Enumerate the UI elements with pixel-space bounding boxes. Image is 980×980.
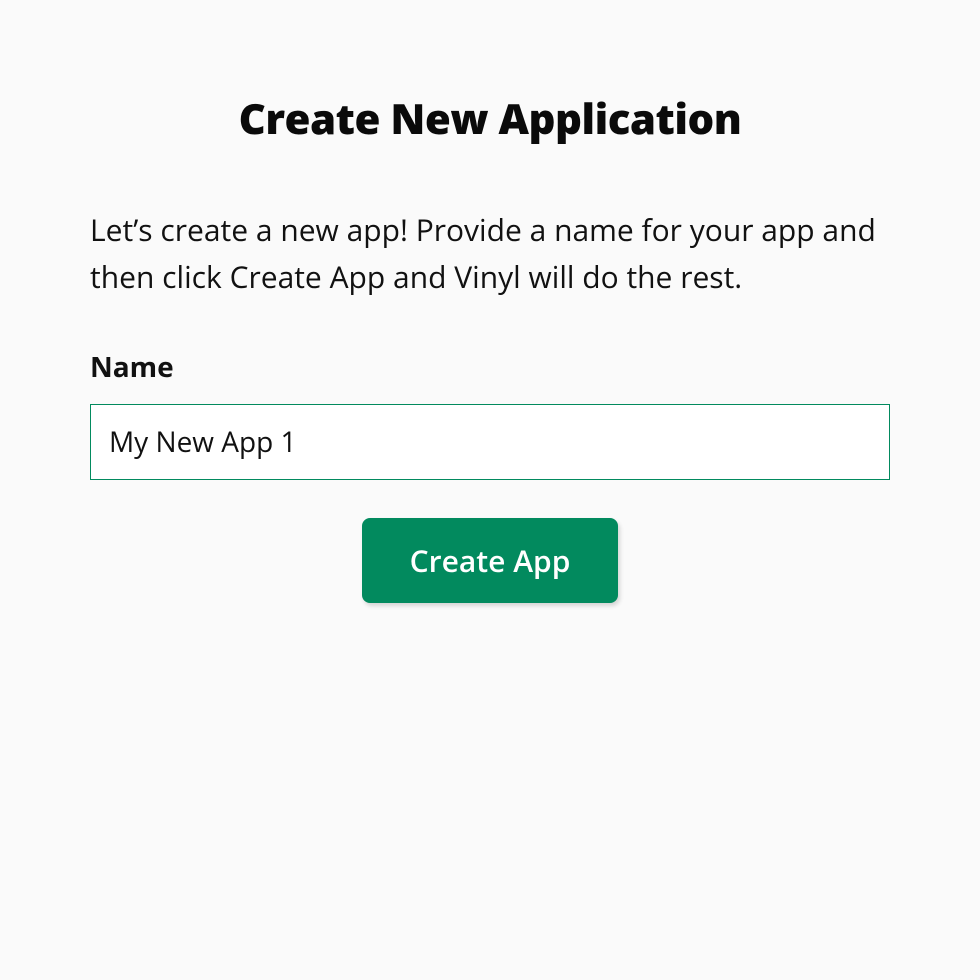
create-app-button[interactable]: Create App [362, 518, 619, 603]
dialog-title: Create New Application [90, 90, 890, 147]
dialog-description: Let’s create a new app! Provide a name f… [90, 207, 890, 300]
name-input[interactable] [90, 404, 890, 480]
name-label: Name [90, 348, 890, 386]
button-row: Create App [90, 518, 890, 603]
create-app-dialog: Create New Application Let’s create a ne… [0, 0, 980, 603]
